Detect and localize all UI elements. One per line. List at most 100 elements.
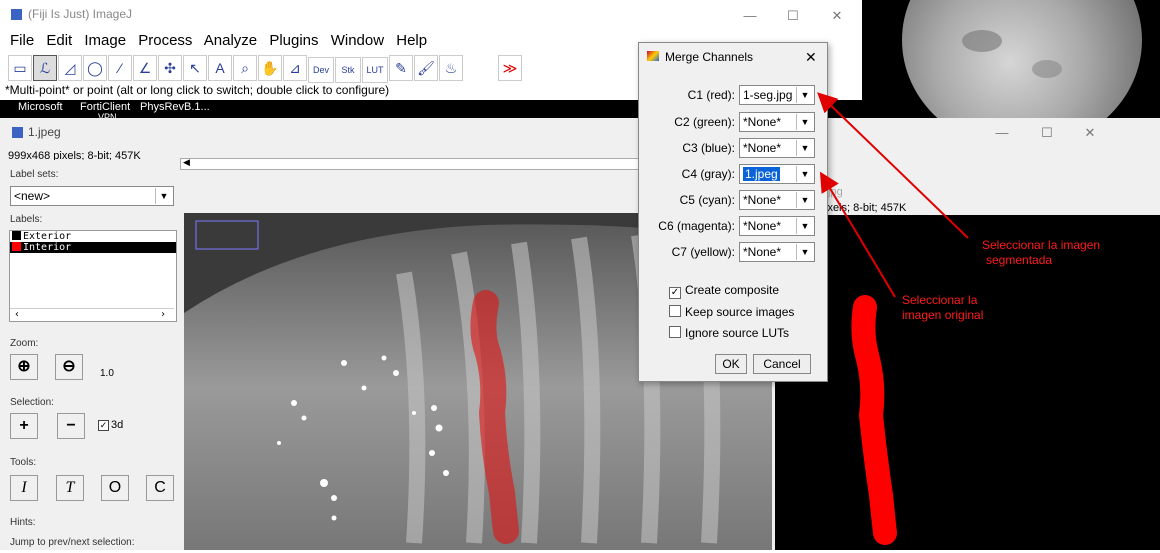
- moon-image: [862, 0, 1160, 118]
- tool-button-o[interactable]: O: [101, 475, 129, 501]
- lut-button[interactable]: LUT: [362, 57, 388, 83]
- text-tool-icon[interactable]: A: [208, 55, 232, 81]
- chevron-left-icon[interactable]: ‹: [14, 309, 20, 320]
- tool-button-i[interactable]: I: [10, 475, 38, 501]
- menu-image[interactable]: Image: [84, 32, 126, 49]
- chevron-down-icon: ▼: [796, 114, 813, 130]
- channel-label-c3: C3 (blue):: [682, 141, 735, 155]
- channel-label-c5: C5 (cyan):: [679, 193, 735, 207]
- chevron-down-icon: ▼: [796, 218, 813, 234]
- multipoint-tool-icon[interactable]: ✣: [158, 55, 182, 81]
- brush-tool-icon[interactable]: 🖌: [414, 55, 438, 81]
- chevron-right-icon[interactable]: ›: [160, 309, 166, 320]
- list-item-exterior[interactable]: Exterior: [10, 231, 176, 242]
- channel-select-c4[interactable]: 1.jpeg ▼: [739, 164, 815, 184]
- menu-window[interactable]: Window: [331, 32, 384, 49]
- scroll-left-arrow-icon[interactable]: ◀: [183, 157, 190, 168]
- segmented-image-canvas[interactable]: [775, 215, 1160, 550]
- channel-select-c7[interactable]: *None* ▼: [739, 242, 815, 262]
- oval-tool-icon[interactable]: ◯: [83, 55, 107, 81]
- menu-help[interactable]: Help: [396, 32, 427, 49]
- dev-button[interactable]: Dev: [308, 57, 334, 83]
- rectangle-tool-icon[interactable]: ▭: [8, 55, 32, 81]
- maximize-button[interactable]: ☐: [778, 8, 808, 24]
- label-sets-heading: Label sets:: [10, 169, 59, 180]
- more-tools-icon[interactable]: ≫: [498, 55, 522, 81]
- flood-fill-tool-icon[interactable]: ♨: [439, 55, 463, 81]
- create-composite-checkbox[interactable]: ✓ Create composite: [669, 283, 779, 299]
- pencil-tool-icon[interactable]: ✎: [389, 55, 413, 81]
- freehand-tool-icon[interactable]: ℒ: [33, 55, 57, 81]
- channel-select-c5[interactable]: *None* ▼: [739, 190, 815, 210]
- menu-edit[interactable]: Edit: [46, 32, 72, 49]
- selection-heading: Selection:: [10, 397, 54, 408]
- segmented-maximize-button[interactable]: ☐: [1032, 125, 1062, 141]
- dropper-tool-icon[interactable]: ⊿: [283, 55, 307, 81]
- menu-file[interactable]: File: [10, 32, 34, 49]
- zoom-in-button[interactable]: ⊕: [10, 354, 38, 380]
- minimize-button[interactable]: —: [735, 8, 765, 24]
- labels-list[interactable]: Exterior Interior ‹ ›: [9, 230, 177, 322]
- taskbar-item[interactable]: PhysRevB.1...: [140, 101, 210, 113]
- channel-label-c7: C7 (yellow):: [671, 245, 735, 259]
- add-selection-button[interactable]: +: [10, 413, 38, 439]
- segmented-close-button[interactable]: ✕: [1075, 125, 1105, 141]
- zoom-value: 1.0: [100, 368, 114, 379]
- dialog-close-button[interactable]: ✕: [805, 49, 817, 66]
- keep-source-checkbox[interactable]: Keep source images: [669, 305, 794, 319]
- tool-button-t[interactable]: T: [56, 475, 84, 501]
- chevron-down-icon: ▼: [796, 192, 813, 208]
- channel-label-c2: C2 (green):: [674, 115, 735, 129]
- list-item-interior[interactable]: Interior: [10, 242, 176, 253]
- hand-tool-icon[interactable]: ✋: [258, 55, 282, 81]
- zoom-out-button[interactable]: ⊖: [55, 354, 83, 380]
- chevron-down-icon: ▼: [796, 166, 813, 182]
- channel-label-c6: C6 (magenta):: [658, 219, 735, 233]
- channel-select-c3[interactable]: *None* ▼: [739, 138, 815, 158]
- polygon-tool-icon[interactable]: ◿: [58, 55, 82, 81]
- annotation-original: Seleccionar la imagen original: [902, 293, 984, 322]
- toolbar: ▭ ℒ ◿ ◯ ⁄ ∠ ✣ ↖ A ⌕ ✋ ⊿ Dev Stk LUT ✎ 🖌 ♨ ≫: [8, 55, 523, 83]
- ignore-luts-checkbox[interactable]: Ignore source LUTs: [669, 326, 789, 340]
- color-swatch: [12, 231, 21, 240]
- merge-channels-dialog: Merge Channels ✕ C1 (red): 1-seg.jpg ▼ C2…: [638, 42, 828, 382]
- chevron-down-icon: ▼: [796, 244, 813, 260]
- tools-heading: Tools:: [10, 457, 37, 468]
- channel-select-c6[interactable]: *None* ▼: [739, 216, 815, 236]
- labels-hscroll[interactable]: ‹ ›: [10, 308, 174, 321]
- line-tool-icon[interactable]: ⁄: [108, 55, 132, 81]
- checkbox-checked-icon: ✓: [669, 287, 681, 299]
- remove-selection-button[interactable]: −: [57, 413, 85, 439]
- hint-text: Jump to prev/next selection:: [10, 537, 135, 548]
- menu-process[interactable]: Process: [138, 32, 192, 49]
- channel-label-c4: C4 (gray):: [681, 167, 735, 181]
- channel-select-c1[interactable]: 1-seg.jpg ▼: [739, 85, 815, 105]
- ok-button[interactable]: OK: [715, 354, 747, 374]
- checkbox-checked-icon: ✓: [98, 420, 109, 431]
- check-3d[interactable]: ✓ 3d: [98, 419, 123, 431]
- dialog-icon: [647, 51, 659, 61]
- channel-select-c2[interactable]: *None* ▼: [739, 112, 815, 132]
- stk-button[interactable]: Stk: [335, 57, 361, 83]
- menu-analyze[interactable]: Analyze: [204, 32, 257, 49]
- label-sets-select[interactable]: <new> ▼: [10, 186, 174, 206]
- image-window-title: 1.jpeg: [28, 125, 61, 139]
- menu-bar: File Edit Image Process Analyze Plugins …: [10, 32, 427, 49]
- chevron-down-icon: ▼: [796, 87, 813, 103]
- taskbar-item[interactable]: Microsoft: [18, 101, 63, 113]
- close-button[interactable]: ✕: [822, 8, 852, 24]
- fiji-app-icon: [11, 9, 22, 20]
- cancel-button[interactable]: Cancel: [753, 354, 811, 374]
- dialog-title: Merge Channels: [665, 50, 754, 64]
- image-window-icon: [12, 127, 23, 138]
- tool-button-c[interactable]: C: [146, 475, 174, 501]
- angle-tool-icon[interactable]: ∠: [133, 55, 157, 81]
- segmented-minimize-button[interactable]: —: [987, 125, 1017, 141]
- magnifier-tool-icon[interactable]: ⌕: [233, 55, 257, 81]
- label-panel: Label sets: <new> ▼ Labels: Exterior Int…: [0, 160, 180, 550]
- zoom-heading: Zoom:: [10, 338, 39, 349]
- wand-tool-icon[interactable]: ↖: [183, 55, 207, 81]
- checkbox-icon: [669, 305, 681, 317]
- menu-plugins[interactable]: Plugins: [269, 32, 318, 49]
- segmented-image: [851, 295, 897, 545]
